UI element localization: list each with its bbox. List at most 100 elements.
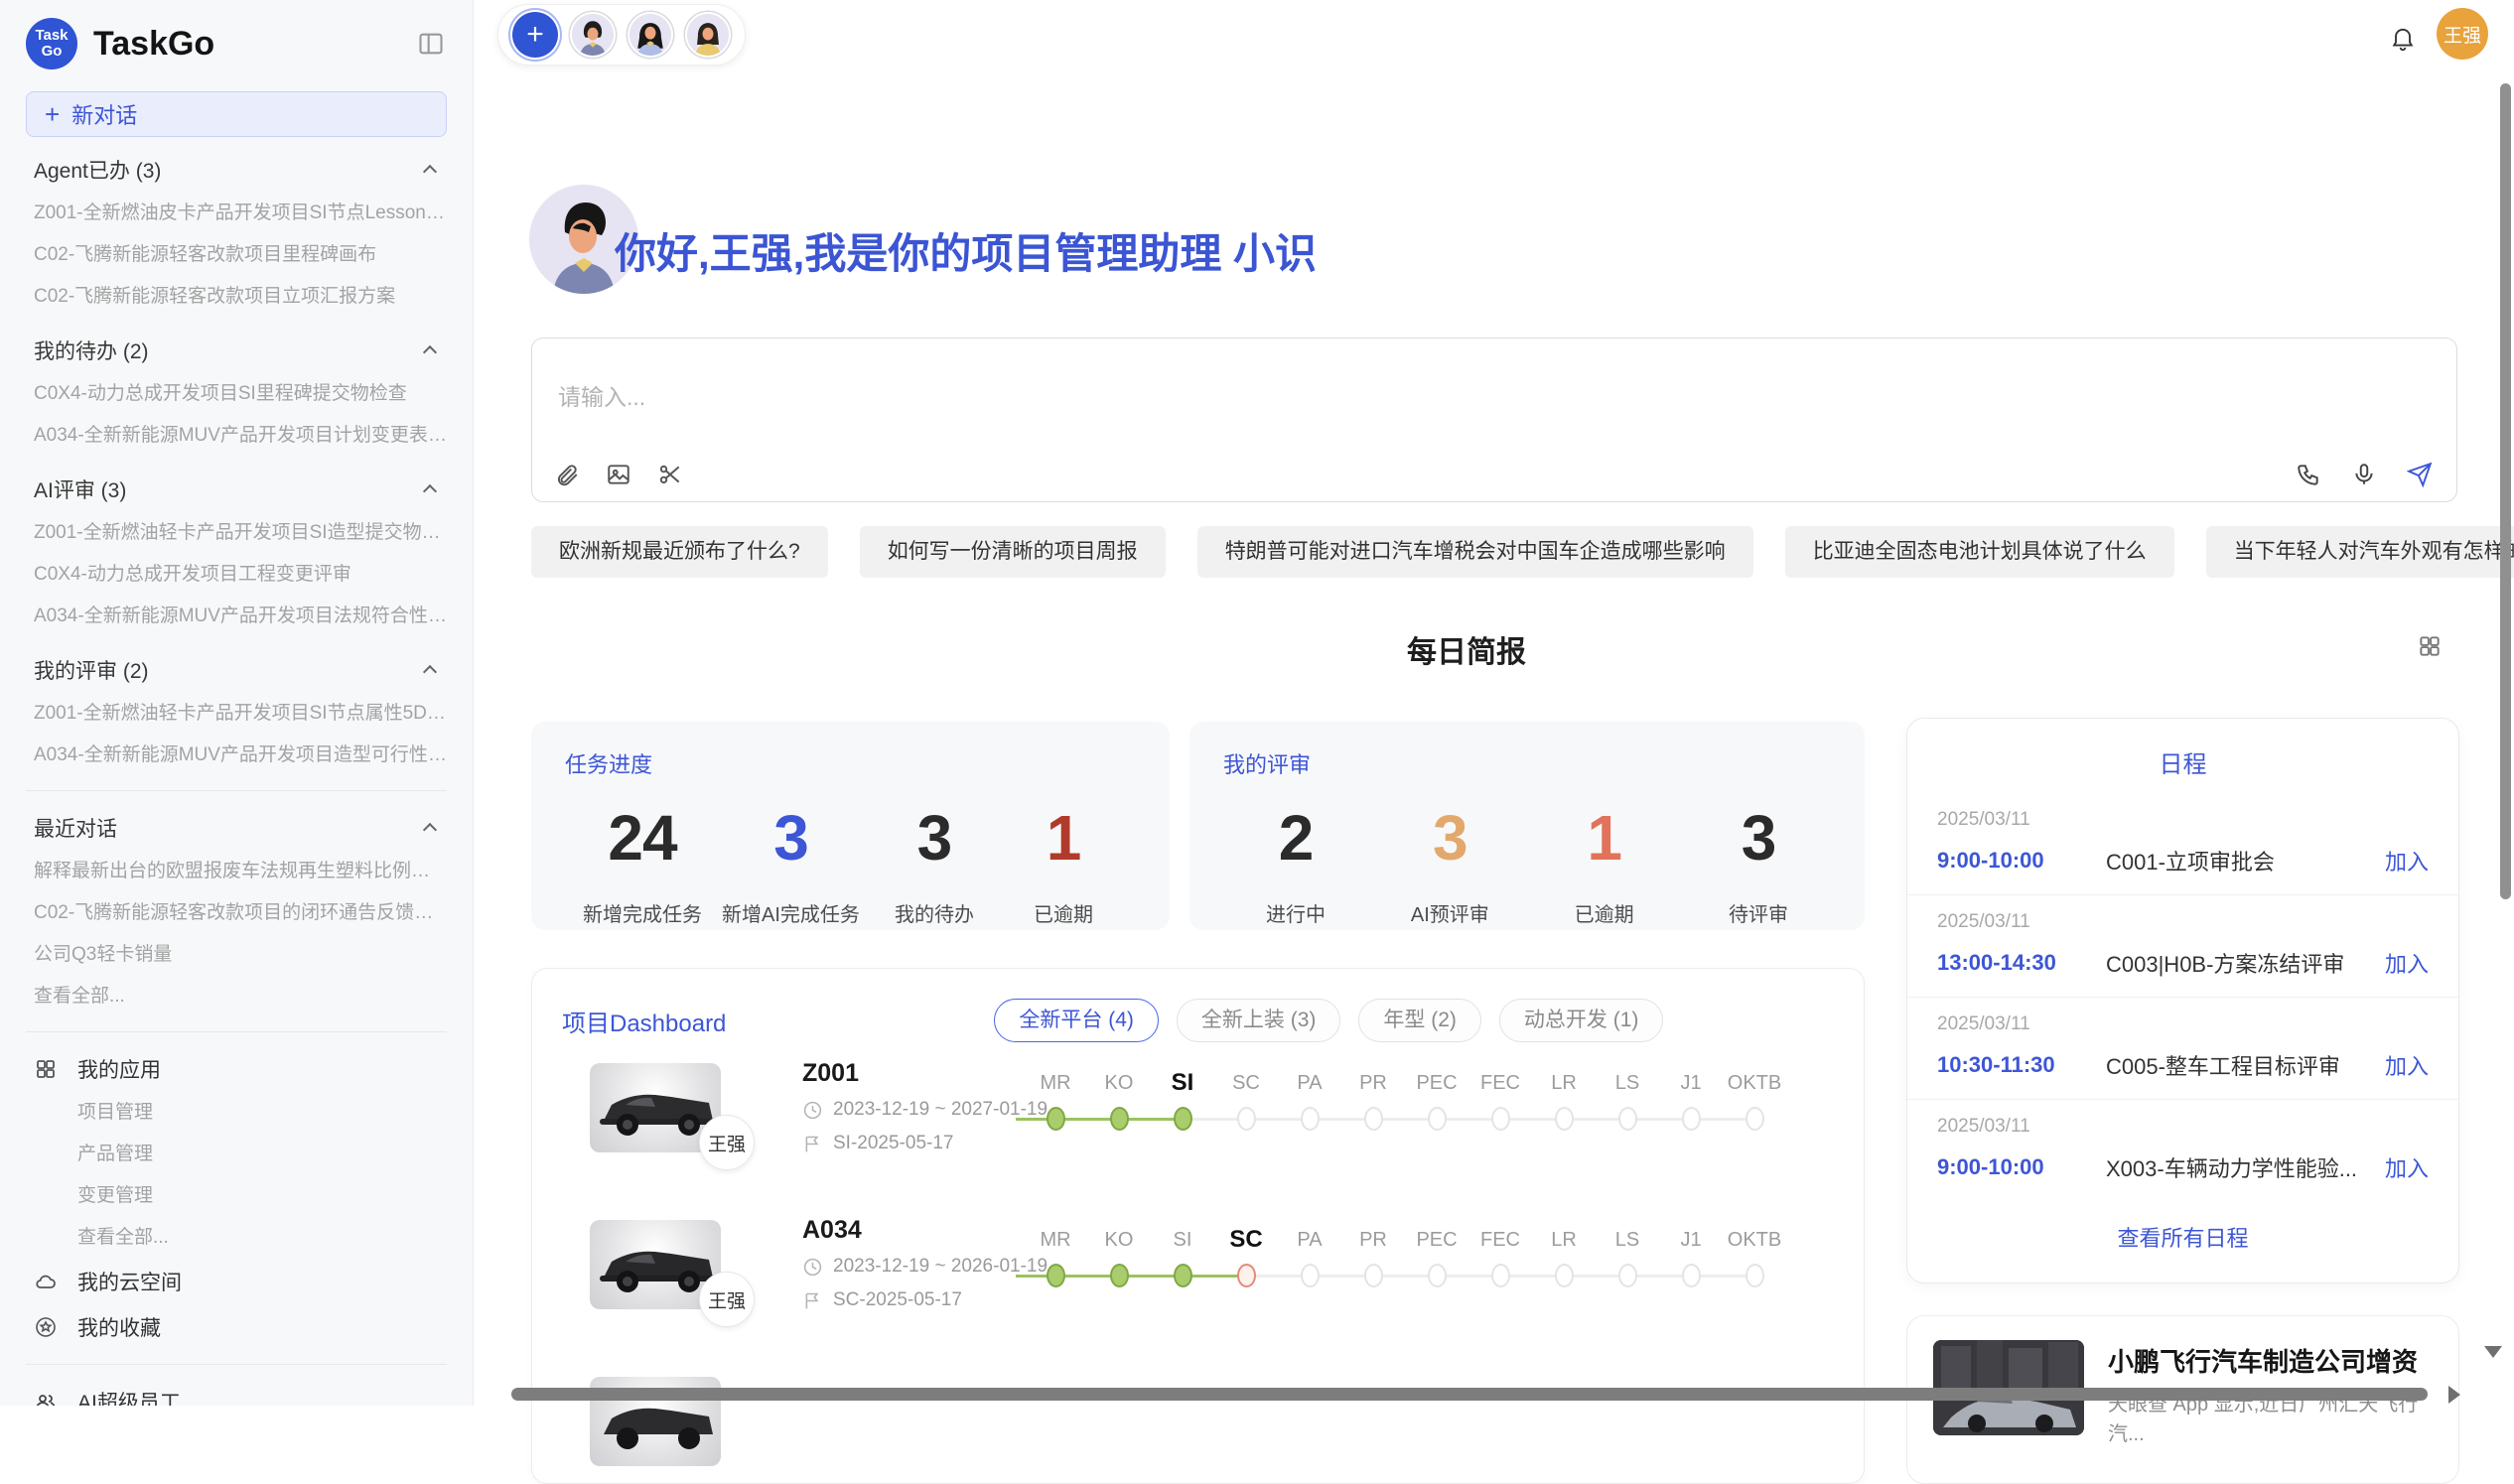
- list-item[interactable]: Z001-全新燃油轻卡产品开发项目SI造型提交物评审: [26, 512, 447, 554]
- agent-avatar-3[interactable]: [685, 12, 731, 58]
- divider: [26, 790, 447, 791]
- join-link[interactable]: 加入: [2385, 1151, 2429, 1183]
- image-icon[interactable]: [606, 462, 631, 487]
- chat-input[interactable]: [546, 352, 2443, 442]
- my-apps-label: 我的应用: [77, 1054, 161, 1084]
- suggestion-chip[interactable]: 欧洲新规最近颁布了什么?: [531, 526, 828, 578]
- composer-card: [531, 337, 2457, 502]
- stat-label: 已逾期: [1009, 898, 1118, 927]
- sidebar-item-my-favorites[interactable]: 我的收藏: [26, 1304, 447, 1350]
- view-all-apps[interactable]: 查看全部...: [26, 1217, 447, 1259]
- list-item[interactable]: C0X4-动力总成开发项目SI里程碑提交物检查: [26, 373, 447, 415]
- agent-avatar-2[interactable]: [628, 12, 673, 58]
- layout-grid-icon[interactable]: [2417, 633, 2443, 659]
- milestone-dot: [1618, 1264, 1637, 1287]
- section-header-ai-review[interactable]: AI评审 (3): [26, 467, 447, 512]
- section-title: 最近对话: [34, 813, 117, 843]
- project-row-a034[interactable]: 王强 A034 2023-12-19 ~ 2026-01-19 SC-2025-…: [532, 1210, 1865, 1359]
- microphone-icon[interactable]: [2351, 462, 2377, 487]
- list-item[interactable]: 解释最新出台的欧盟报废车法规再生塑料比例被调至15%...: [26, 851, 447, 892]
- list-item[interactable]: A034-全新新能源MUV产品开发项目计划变更表编写: [26, 415, 447, 457]
- join-link[interactable]: 加入: [2385, 845, 2429, 877]
- list-item[interactable]: C0X4-动力总成开发项目工程变更评审: [26, 554, 447, 596]
- scroll-down-arrow[interactable]: [2484, 1346, 2502, 1358]
- list-item[interactable]: Z001-全新燃油皮卡产品开发项目SI节点Lesson Learn报告: [26, 193, 447, 234]
- send-icon[interactable]: [2407, 462, 2433, 487]
- sidebar-item-my-cloud[interactable]: 我的云空间: [26, 1259, 447, 1304]
- agent-avatar-1[interactable]: [570, 12, 616, 58]
- milestone-label: MR: [1024, 1224, 1087, 1256]
- suggestion-chip[interactable]: 比亚迪全固态电池计划具体说了什么: [1785, 526, 2174, 578]
- app-title: TaskGo: [93, 25, 214, 64]
- tab-powertrain[interactable]: 动总开发 (1): [1499, 999, 1664, 1042]
- list-item[interactable]: C02-飞腾新能源轻客改款项目的闭环通告反馈情况: [26, 892, 447, 934]
- sidebar-item-change-mgmt[interactable]: 变更管理: [26, 1175, 447, 1217]
- project-owner-badge: 王强: [699, 1115, 755, 1170]
- tab-new-body[interactable]: 全新上装 (3): [1177, 999, 1341, 1042]
- milestone-dot-current: [1237, 1264, 1256, 1287]
- horizontal-scrollbar[interactable]: [511, 1388, 2428, 1401]
- section-header-recent-chats[interactable]: 最近对话: [26, 805, 447, 851]
- scroll-right-arrow[interactable]: [2448, 1386, 2460, 1404]
- milestone-dot-done: [1174, 1107, 1192, 1131]
- milestone-label: LS: [1596, 1224, 1659, 1256]
- sidebar-item-product-mgmt[interactable]: 产品管理: [26, 1134, 447, 1175]
- milestone-label: PR: [1341, 1224, 1405, 1256]
- attachment-icon[interactable]: [554, 462, 580, 487]
- milestone-label: PEC: [1405, 1224, 1468, 1256]
- suggestion-chip[interactable]: 特朗普可能对进口汽车增税会对中国车企造成哪些影响: [1197, 526, 1753, 578]
- list-item[interactable]: A034-全新新能源MUV产品开发项目法规符合性评审: [26, 596, 447, 637]
- list-item[interactable]: C02-飞腾新能源轻客改款项目里程碑画布: [26, 234, 447, 276]
- notification-bell-icon[interactable]: [2389, 24, 2417, 52]
- join-link[interactable]: 加入: [2385, 1049, 2429, 1081]
- clock-icon: [802, 1100, 823, 1121]
- user-avatar[interactable]: 王强: [2437, 8, 2488, 60]
- sidebar-header: Task Go TaskGo: [26, 14, 447, 73]
- stat-value: 1: [1009, 801, 1118, 875]
- milestone-dot: [1682, 1107, 1701, 1131]
- stat-value: 2: [1241, 801, 1350, 875]
- suggestion-chip[interactable]: 当下年轻人对汽车外观有怎样的喜好趋势: [2206, 526, 2514, 578]
- list-item[interactable]: 公司Q3轻卡销量: [26, 934, 447, 976]
- section-header-agent-done[interactable]: Agent已办 (3): [26, 147, 447, 193]
- section-title: Agent已办 (3): [34, 155, 161, 185]
- join-link[interactable]: 加入: [2385, 947, 2429, 979]
- scissors-icon[interactable]: [657, 462, 683, 487]
- cloud-icon: [34, 1270, 58, 1293]
- sidebar-item-ai-super-staff[interactable]: AI超级员工: [26, 1379, 447, 1406]
- logo-line-1: Task: [35, 28, 68, 44]
- sidebar-item-project-mgmt[interactable]: 项目管理: [26, 1092, 447, 1134]
- chevron-up-icon: [423, 484, 437, 498]
- list-item[interactable]: Z001-全新燃油轻卡产品开发项目SI节点属性5D文件评审: [26, 693, 447, 735]
- project-row-z001[interactable]: 王强 Z001 2023-12-19 ~ 2027-01-19 SI-2025-…: [532, 1053, 1865, 1202]
- stat-value: 1: [1550, 801, 1659, 875]
- sidebar-collapse-icon[interactable]: [417, 30, 445, 58]
- section-recent-chats: 最近对话 解释最新出台的欧盟报废车法规再生塑料比例被调至15%... C02-飞…: [26, 805, 447, 1017]
- new-chat-button[interactable]: + 新对话: [26, 91, 447, 137]
- composer-right-tools: [2296, 462, 2433, 487]
- suggestion-chip[interactable]: 如何写一份清晰的项目周报: [860, 526, 1166, 578]
- milestone-track: MR KO SI SC PA PR PEC FEC LR LS J1 OKTB: [1024, 1224, 1786, 1289]
- vertical-scrollbar[interactable]: [2500, 83, 2511, 899]
- section-header-my-todo[interactable]: 我的待办 (2): [26, 328, 447, 373]
- event-name: X003-车辆动力学性能验...: [2106, 1151, 2371, 1183]
- list-item[interactable]: A034-全新新能源MUV产品开发项目造型可行性评审: [26, 735, 447, 776]
- milestone-label: KO: [1087, 1067, 1151, 1099]
- project-row-partial: [532, 1367, 1865, 1484]
- add-agent-button[interactable]: +: [512, 12, 558, 58]
- milestone-label: PA: [1278, 1067, 1341, 1099]
- project-dashboard-card: 项目Dashboard 全新平台 (4) 全新上装 (3) 年型 (2) 动总开…: [531, 968, 1865, 1484]
- chevron-up-icon: [423, 823, 437, 837]
- stat-pending-review: 3 待评审: [1704, 801, 1813, 927]
- list-item[interactable]: C02-飞腾新能源轻客改款项目立项汇报方案: [26, 276, 447, 318]
- view-all-schedule-link[interactable]: 查看所有日程: [1907, 1221, 2458, 1253]
- tab-new-platform[interactable]: 全新平台 (4): [994, 999, 1159, 1042]
- phone-icon[interactable]: [2296, 462, 2321, 487]
- section-header-my-review[interactable]: 我的评审 (2): [26, 647, 447, 693]
- view-all-recent[interactable]: 查看全部...: [26, 976, 447, 1017]
- milestone-dot: [1428, 1264, 1447, 1287]
- milestone-dot-done: [1047, 1107, 1065, 1131]
- section-my-review: 我的评审 (2) Z001-全新燃油轻卡产品开发项目SI节点属性5D文件评审 A…: [26, 647, 447, 776]
- tab-model-year[interactable]: 年型 (2): [1358, 999, 1481, 1042]
- sidebar-item-my-apps[interactable]: 我的应用: [26, 1046, 447, 1092]
